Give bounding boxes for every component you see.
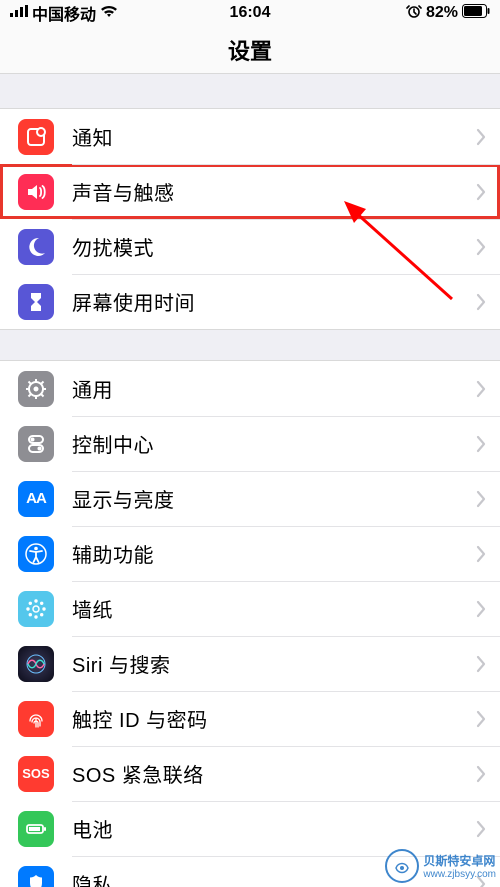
row-screen-time[interactable]: 屏幕使用时间 [0, 274, 500, 329]
privacy-icon [18, 866, 54, 887]
row-control-center[interactable]: 控制中心 [0, 416, 500, 471]
chevron-right-icon [476, 820, 486, 838]
chevron-right-icon [476, 380, 486, 398]
status-bar: 中国移动 16:04 82% [0, 0, 500, 26]
row-label: 辅助功能 [72, 539, 476, 568]
row-display-brightness[interactable]: AA 显示与亮度 [0, 471, 500, 526]
chevron-right-icon [476, 128, 486, 146]
battery-row-icon [18, 811, 54, 847]
chevron-right-icon [476, 435, 486, 453]
row-label: 控制中心 [72, 429, 476, 458]
sos-text: SOS [22, 766, 49, 781]
control-center-icon [18, 426, 54, 462]
row-label: 显示与亮度 [72, 484, 476, 513]
row-touchid-passcode[interactable]: 触控 ID 与密码 [0, 691, 500, 746]
chevron-right-icon [476, 545, 486, 563]
row-sounds-haptics[interactable]: 声音与触感 [0, 164, 500, 219]
chevron-right-icon [476, 655, 486, 673]
row-label: 声音与触感 [72, 177, 476, 206]
signal-icon [10, 4, 28, 22]
general-icon [18, 371, 54, 407]
settings-group-2: 通用 控制中心 AA 显示与亮度 辅助功能 墙纸 Siri 与搜索 [0, 360, 500, 887]
row-do-not-disturb[interactable]: 勿扰模式 [0, 219, 500, 274]
chevron-right-icon [476, 600, 486, 618]
nav-bar: 设置 [0, 26, 500, 74]
watermark-logo [385, 849, 419, 883]
chevron-right-icon [476, 490, 486, 508]
row-battery[interactable]: 电池 [0, 801, 500, 856]
row-notifications[interactable]: 通知 [0, 109, 500, 164]
row-label: SOS 紧急联络 [72, 759, 476, 788]
row-label: 墙纸 [72, 594, 476, 623]
watermark-brand: 贝斯特安卓网 [423, 852, 496, 869]
notifications-icon [18, 119, 54, 155]
siri-icon [18, 646, 54, 682]
watermark: 贝斯特安卓网 www.zjbsyy.com [385, 849, 496, 883]
chevron-right-icon [476, 765, 486, 783]
status-left: 中国移动 [10, 1, 118, 25]
wifi-icon [100, 4, 118, 23]
row-label: 触控 ID 与密码 [72, 704, 476, 733]
row-label: 屏幕使用时间 [72, 287, 476, 316]
section-gap [0, 74, 500, 108]
row-label: 电池 [72, 814, 476, 843]
row-sos[interactable]: SOS SOS 紧急联络 [0, 746, 500, 801]
row-label: 勿扰模式 [72, 232, 476, 261]
status-time: 16:04 [230, 4, 271, 22]
chevron-right-icon [476, 293, 486, 311]
sos-icon: SOS [18, 756, 54, 792]
watermark-url: www.zjbsyy.com [423, 869, 496, 880]
row-accessibility[interactable]: 辅助功能 [0, 526, 500, 581]
chevron-right-icon [476, 183, 486, 201]
alarm-icon [406, 3, 422, 24]
row-siri-search[interactable]: Siri 与搜索 [0, 636, 500, 691]
chevron-right-icon [476, 238, 486, 256]
screen-time-icon [18, 284, 54, 320]
page-title: 设置 [228, 34, 272, 66]
row-label: 通用 [72, 374, 476, 403]
row-label: 通知 [72, 122, 476, 151]
wallpaper-icon [18, 591, 54, 627]
battery-label: 82% [426, 4, 458, 22]
row-wallpaper[interactable]: 墙纸 [0, 581, 500, 636]
sounds-icon [18, 174, 54, 210]
carrier-label: 中国移动 [32, 1, 96, 25]
accessibility-icon [18, 536, 54, 572]
battery-icon [462, 4, 490, 23]
dnd-icon [18, 229, 54, 265]
settings-group-1: 通知 声音与触感 勿扰模式 屏幕使用时间 [0, 108, 500, 330]
display-icon: AA [18, 481, 54, 517]
status-right: 82% [406, 3, 490, 24]
section-gap [0, 330, 500, 360]
touchid-icon [18, 701, 54, 737]
chevron-right-icon [476, 710, 486, 728]
row-label: Siri 与搜索 [72, 649, 476, 678]
row-general[interactable]: 通用 [0, 361, 500, 416]
